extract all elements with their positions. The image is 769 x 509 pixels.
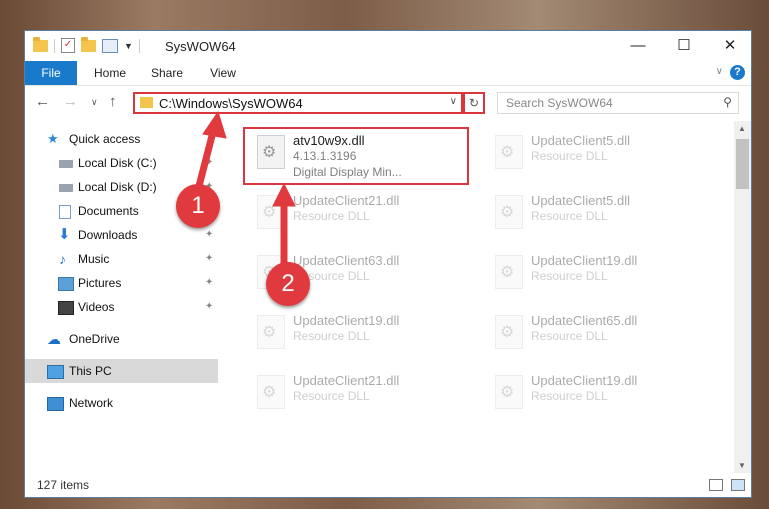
customize-icon[interactable]	[102, 38, 118, 53]
cloud-icon: ☁	[47, 331, 61, 347]
large-icons-view-icon[interactable]	[731, 479, 745, 491]
window-title: SysWOW64	[165, 39, 236, 54]
quick-access-toolbar: ✓ ▼	[33, 36, 140, 53]
sidebar-item-this-pc[interactable]: This PC	[25, 359, 218, 383]
sidebar-item-videos[interactable]: Videos ✦	[25, 295, 218, 319]
sidebar-item-downloads[interactable]: ⬇ Downloads ✦	[25, 223, 218, 247]
file-explorer-window: ✓ ▼ SysWOW64 — ☐ ✕ File Home Share View …	[24, 30, 752, 498]
title-bar: ✓ ▼ SysWOW64 — ☐ ✕	[25, 31, 751, 61]
expand-ribbon-icon[interactable]: ∨	[716, 66, 723, 77]
sidebar-item-quick-access[interactable]: ★ Quick access	[25, 127, 218, 151]
search-icon: ⚲	[723, 95, 732, 109]
navigation-pane: ★ Quick access Local Disk (C:) ✦ Local D…	[25, 121, 218, 473]
file-highlight-box	[243, 127, 469, 185]
divider	[138, 38, 140, 53]
address-bar[interactable]: C:\Windows\SysWOW64 ∨	[133, 92, 463, 114]
pin-icon[interactable]: ✦	[205, 271, 213, 295]
search-placeholder: Search SysWOW64	[506, 96, 613, 110]
close-button[interactable]: ✕	[707, 31, 751, 61]
videos-icon	[58, 301, 74, 315]
computer-icon	[47, 365, 64, 379]
address-path: C:\Windows\SysWOW64	[159, 96, 303, 111]
vertical-scrollbar[interactable]: ▲ ▼	[734, 121, 751, 473]
sidebar-item-network[interactable]: Network	[25, 391, 218, 415]
minimize-button[interactable]: —	[615, 31, 661, 61]
pin-icon[interactable]: ✦	[205, 247, 213, 271]
recent-locations-icon[interactable]: ∨	[91, 97, 98, 108]
download-icon: ⬇	[58, 226, 71, 243]
drive-icon	[59, 184, 73, 192]
refresh-button[interactable]: ↻	[463, 92, 485, 114]
file-item[interactable]: UpdateClient5.dll Resource DLL	[485, 127, 715, 183]
pin-icon[interactable]: ✦	[205, 295, 213, 319]
forward-arrow-icon[interactable]: →	[63, 93, 78, 110]
dll-file-icon	[495, 255, 523, 289]
tab-share[interactable]: Share	[143, 61, 191, 85]
sidebar-item-local-disk-c[interactable]: Local Disk (C:) ✦	[25, 151, 218, 175]
tab-file[interactable]: File	[25, 61, 77, 85]
chevron-down-icon[interactable]: ∨	[450, 96, 457, 107]
step-2-badge: 2	[266, 262, 310, 306]
music-icon: ♪	[59, 251, 66, 267]
file-item[interactable]: UpdateClient19.dll Resource DLL	[485, 367, 715, 423]
pin-icon[interactable]: ✦	[205, 223, 213, 247]
folder-icon[interactable]	[33, 36, 48, 52]
star-icon: ★	[47, 131, 59, 146]
documents-icon	[59, 205, 71, 219]
up-arrow-icon[interactable]: ↑	[109, 93, 117, 110]
tab-home[interactable]: Home	[87, 61, 133, 85]
dll-file-icon	[257, 375, 285, 409]
tab-view[interactable]: View	[203, 61, 243, 85]
file-item[interactable]: UpdateClient19.dll Resource DLL	[247, 307, 477, 363]
dll-file-icon	[495, 375, 523, 409]
ribbon-tabs: File Home Share View ∨ ?	[25, 61, 751, 86]
help-icon[interactable]: ?	[730, 65, 745, 80]
dll-file-icon	[495, 195, 523, 229]
file-item[interactable]: UpdateClient65.dll Resource DLL	[485, 307, 715, 363]
folder-icon	[140, 97, 153, 108]
sidebar-item-music[interactable]: ♪ Music ✦	[25, 247, 218, 271]
new-folder-icon[interactable]	[81, 36, 96, 52]
dll-file-icon	[495, 315, 523, 349]
pin-icon[interactable]: ✦	[205, 151, 213, 175]
navigation-bar: ← → ∨ ↑ C:\Windows\SysWOW64 ∨ ↻ Search S…	[25, 87, 751, 119]
step-1-badge: 1	[176, 184, 220, 228]
sidebar-item-onedrive[interactable]: ☁ OneDrive	[25, 327, 218, 351]
file-item[interactable]: UpdateClient19.dll Resource DLL	[485, 247, 715, 303]
divider	[54, 38, 55, 53]
maximize-button[interactable]: ☐	[661, 31, 707, 61]
dll-file-icon	[257, 315, 285, 349]
pictures-icon	[58, 277, 74, 291]
network-icon	[47, 397, 64, 411]
file-item[interactable]: UpdateClient21.dll Resource DLL	[247, 367, 477, 423]
status-bar: 127 items	[25, 473, 751, 497]
drive-icon	[59, 160, 73, 168]
back-arrow-icon[interactable]: ←	[35, 93, 50, 110]
sidebar-item-pictures[interactable]: Pictures ✦	[25, 271, 218, 295]
search-input[interactable]: Search SysWOW64 ⚲	[497, 92, 739, 114]
file-item[interactable]: UpdateClient5.dll Resource DLL	[485, 187, 715, 243]
scrollbar-thumb[interactable]	[736, 139, 749, 189]
scroll-down-icon[interactable]: ▼	[738, 461, 746, 470]
details-view-icon[interactable]	[709, 479, 723, 491]
dll-file-icon	[495, 135, 523, 169]
item-count: 127 items	[37, 478, 90, 492]
file-item[interactable]: UpdateClient21.dll Resource DLL	[247, 187, 477, 243]
chevron-down-icon[interactable]: ▼	[124, 41, 133, 51]
dll-file-icon	[257, 195, 285, 229]
scroll-up-icon[interactable]: ▲	[738, 124, 746, 133]
properties-check-icon[interactable]: ✓	[61, 38, 75, 53]
